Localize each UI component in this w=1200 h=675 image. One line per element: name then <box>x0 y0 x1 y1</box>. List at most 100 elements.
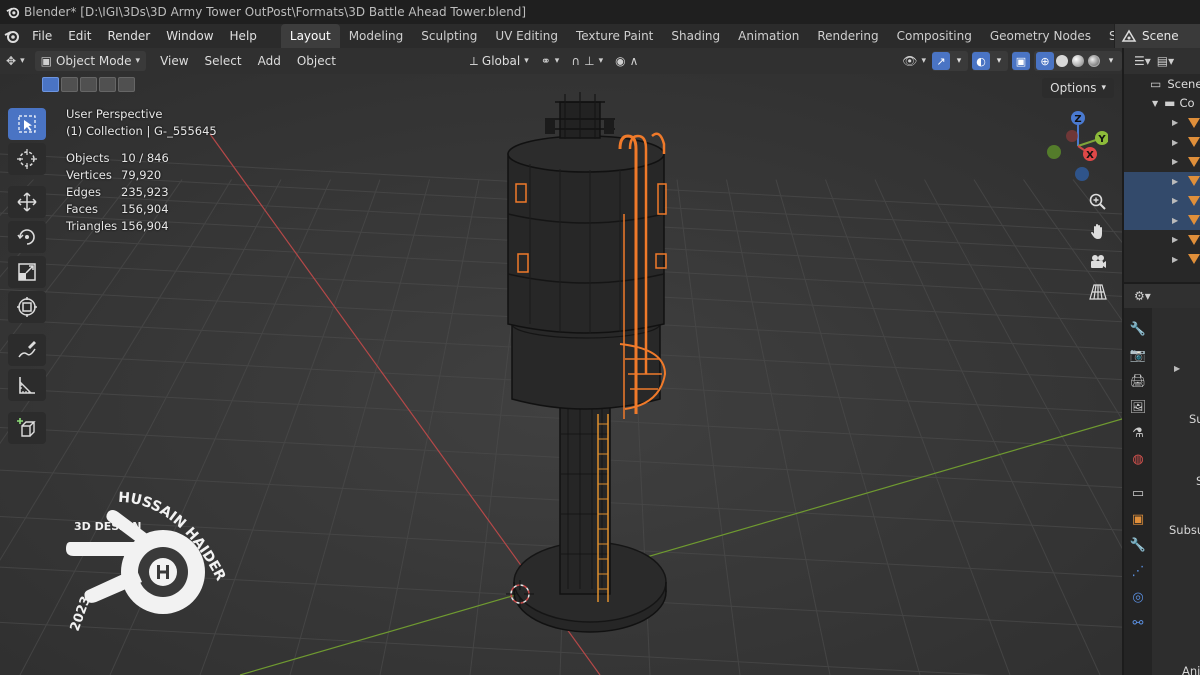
expand-arrow-icon[interactable]: ▶ <box>1172 216 1182 225</box>
chevron-down-icon[interactable]: ▾ <box>1102 52 1120 70</box>
properties-editor-icon[interactable]: ⚙▾ <box>1134 289 1151 303</box>
transform-tool[interactable] <box>8 291 46 323</box>
menu-edit[interactable]: Edit <box>60 24 99 48</box>
object-properties-icon[interactable]: ▣ <box>1124 506 1152 532</box>
output-properties-icon[interactable]: 🖨 <box>1124 368 1152 394</box>
visibility-button[interactable]: 👁 ▾ <box>896 51 932 71</box>
scene-properties-icon[interactable]: ⚗ <box>1124 420 1152 446</box>
menu-object[interactable]: Object <box>289 54 344 68</box>
expand-arrow-icon[interactable]: ▶ <box>1172 118 1182 127</box>
material-shading-icon[interactable] <box>1072 55 1084 67</box>
wireframe-shading-icon[interactable]: ⊕ <box>1036 52 1054 70</box>
tab-compositing[interactable]: Compositing <box>888 24 981 48</box>
tab-texture-paint[interactable]: Texture Paint <box>567 24 662 48</box>
3d-viewport[interactable]: Options ▾ User Perspective (1) Collectio… <box>0 74 1122 675</box>
navigation-gizmo[interactable]: Z Y X <box>1042 108 1108 184</box>
select-extend-icon[interactable] <box>61 77 78 92</box>
list-item[interactable]: ▶ <box>1124 230 1200 250</box>
menu-render[interactable]: Render <box>99 24 158 48</box>
expand-arrow-icon[interactable]: ▶ <box>1172 138 1182 147</box>
outliner-collection-row[interactable]: ▼ ▬ Co <box>1124 94 1200 114</box>
tool-settings-icon[interactable]: 🔧 <box>1124 316 1152 342</box>
outliner-editor-icon[interactable]: ☰▾ <box>1134 54 1151 68</box>
chevron-down-icon[interactable]: ▾ <box>990 52 1008 70</box>
select-subtract-icon[interactable] <box>80 77 97 92</box>
list-item[interactable]: ▶ <box>1124 250 1200 270</box>
list-item[interactable]: ▶ <box>1124 171 1200 191</box>
options-dropdown[interactable]: Options ▾ <box>1042 78 1114 98</box>
list-item[interactable]: ▶ <box>1124 133 1200 153</box>
modifier-properties-icon[interactable]: 🔧 <box>1124 532 1152 558</box>
collection-properties-icon[interactable]: ▭ <box>1124 480 1152 506</box>
tab-rendering[interactable]: Rendering <box>808 24 887 48</box>
camera-view-icon[interactable] <box>1084 248 1112 276</box>
gizmo-icon[interactable]: ↗ <box>932 52 950 70</box>
transform-orientation-dropdown[interactable]: ⟂ Global ▾ <box>464 51 535 71</box>
select-intersect-icon[interactable] <box>118 77 135 92</box>
editor-type-button[interactable]: ✥ ▾ <box>0 51 31 71</box>
expand-arrow-icon[interactable]: ▶ <box>1172 235 1182 244</box>
xray-toggle[interactable]: ▣ <box>1012 51 1030 71</box>
expand-arrow-icon[interactable]: ▶ <box>1172 196 1182 205</box>
display-mode-icon[interactable]: ▤▾ <box>1157 54 1174 68</box>
list-item[interactable]: ▶ <box>1124 152 1200 172</box>
solid-shading-icon[interactable] <box>1056 55 1068 67</box>
xray-icon[interactable]: ▣ <box>1012 52 1030 70</box>
constraints-icon[interactable]: ⚯ <box>1124 610 1152 636</box>
add-cube-tool[interactable] <box>8 412 46 444</box>
menu-select[interactable]: Select <box>197 54 250 68</box>
scale-tool[interactable] <box>8 256 46 288</box>
stat-value: 79,920 <box>121 168 162 182</box>
zoom-icon[interactable] <box>1084 188 1112 216</box>
menu-view[interactable]: View <box>152 54 196 68</box>
expand-arrow-icon[interactable]: ▶ <box>1172 255 1182 264</box>
tab-sculpting[interactable]: Sculpting <box>412 24 486 48</box>
mode-dropdown[interactable]: ▣ Object Mode ▾ <box>34 51 147 71</box>
outliner-scene-row[interactable]: ▭ Scene <box>1124 74 1200 94</box>
menu-file[interactable]: File <box>24 24 60 48</box>
scene-selector[interactable]: Scene <box>1114 24 1200 48</box>
select-invert-icon[interactable] <box>99 77 116 92</box>
pivot-point-button[interactable]: ⚭ ▾ <box>535 51 566 71</box>
list-item[interactable]: ▶ <box>1124 191 1200 211</box>
rendered-shading-icon[interactable] <box>1088 55 1100 67</box>
top-menu-bar: File Edit Render Window Help Layout Mode… <box>0 24 1200 48</box>
select-box-tool[interactable] <box>8 108 46 140</box>
proportional-edit-button[interactable]: ◉ ∧ <box>609 51 644 71</box>
select-new-icon[interactable] <box>42 77 59 92</box>
physics-icon[interactable]: ◎ <box>1124 584 1152 610</box>
world-properties-icon[interactable]: ◍ <box>1124 446 1152 472</box>
tab-layout[interactable]: Layout <box>280 24 340 48</box>
tab-modeling[interactable]: Modeling <box>340 24 413 48</box>
list-item[interactable]: ▶ <box>1124 210 1200 230</box>
rotate-tool[interactable] <box>8 221 46 253</box>
cursor-tool[interactable] <box>8 143 46 175</box>
blender-menu-icon[interactable] <box>0 24 24 48</box>
overlay-toggle[interactable]: ◐ ▾ <box>972 51 1008 71</box>
expand-arrow-icon[interactable]: ▶ <box>1174 364 1180 373</box>
tab-uv-editing[interactable]: UV Editing <box>486 24 567 48</box>
chevron-down-icon[interactable]: ▾ <box>950 52 968 70</box>
3d-cursor-icon <box>17 149 37 169</box>
snap-button[interactable]: ∩ ⊥ ▾ <box>565 51 609 71</box>
particles-icon[interactable]: ⋰ <box>1124 558 1152 584</box>
menu-help[interactable]: Help <box>222 24 265 48</box>
expand-arrow-icon[interactable]: ▶ <box>1172 177 1182 186</box>
move-tool[interactable] <box>8 186 46 218</box>
tab-geometry-nodes[interactable]: Geometry Nodes <box>981 24 1100 48</box>
annotate-tool[interactable] <box>8 334 46 366</box>
expand-arrow-icon[interactable]: ▶ <box>1172 157 1182 166</box>
view-layer-icon[interactable]: 🖼 <box>1124 394 1152 420</box>
tab-shading[interactable]: Shading <box>662 24 729 48</box>
render-properties-icon[interactable]: 📷 <box>1124 342 1152 368</box>
list-item[interactable]: ▶ <box>1124 113 1200 133</box>
measure-tool[interactable] <box>8 369 46 401</box>
tab-animation[interactable]: Animation <box>729 24 808 48</box>
pan-hand-icon[interactable] <box>1084 218 1112 246</box>
gizmo-y-label: Y <box>1097 134 1106 145</box>
menu-window[interactable]: Window <box>158 24 221 48</box>
gizmo-toggle[interactable]: ↗ ▾ <box>932 51 968 71</box>
perspective-grid-icon[interactable] <box>1084 278 1112 306</box>
overlay-icon[interactable]: ◐ <box>972 52 990 70</box>
menu-add[interactable]: Add <box>250 54 289 68</box>
